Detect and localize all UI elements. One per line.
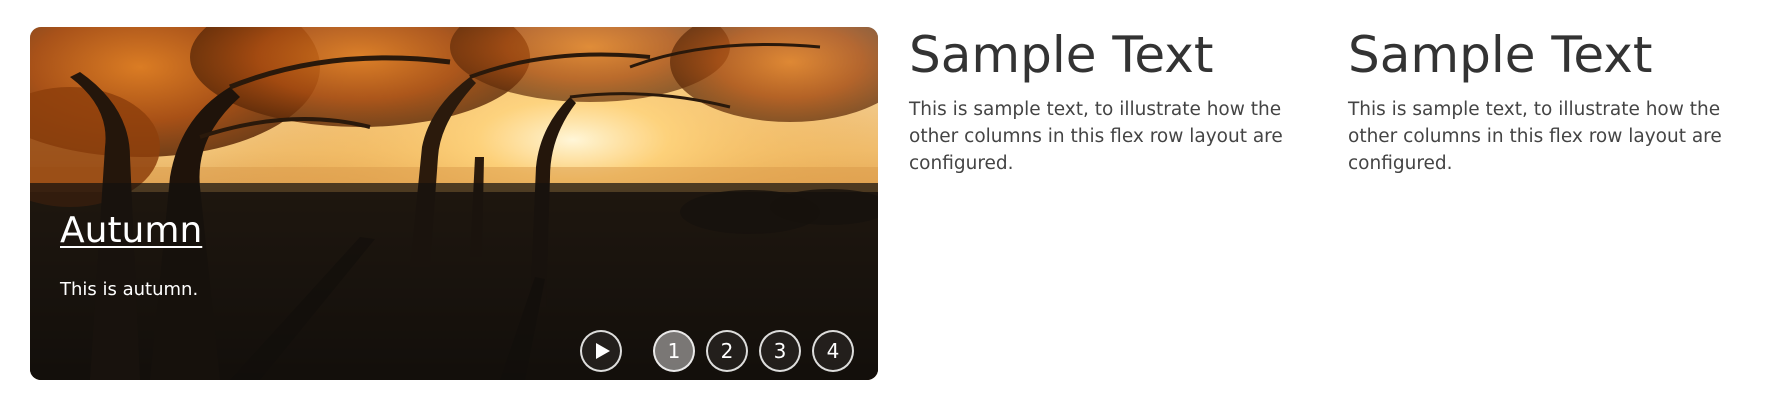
play-button[interactable] [580, 330, 622, 372]
slider-controls: 1 2 3 4 [580, 330, 854, 372]
slide-page-button-1[interactable]: 1 [653, 330, 695, 372]
text-column-1: Sample Text This is sample text, to illu… [909, 24, 1329, 177]
play-icon [595, 343, 610, 359]
column-body-text: This is sample text, to illustrate how t… [1348, 99, 1722, 174]
slide-title-link[interactable]: Autumn [60, 209, 202, 253]
slide-page-button-2[interactable]: 2 [706, 330, 748, 372]
column-heading: Sample Text [909, 26, 1214, 84]
flex-row: Autumn This is autumn. 1 2 3 4 Sample Te… [0, 0, 1777, 400]
text-column-2: Sample Text This is sample text, to illu… [1348, 24, 1768, 177]
image-slider: Autumn This is autumn. 1 2 3 4 [30, 27, 878, 380]
column-body-text: This is sample text, to illustrate how t… [909, 99, 1283, 174]
slide-caption: Autumn This is autumn. 1 2 3 4 [30, 183, 878, 380]
slide-description: This is autumn. [60, 279, 199, 300]
slide-page-button-3[interactable]: 3 [759, 330, 801, 372]
slide-page-button-4[interactable]: 4 [812, 330, 854, 372]
column-heading: Sample Text [1348, 26, 1653, 84]
